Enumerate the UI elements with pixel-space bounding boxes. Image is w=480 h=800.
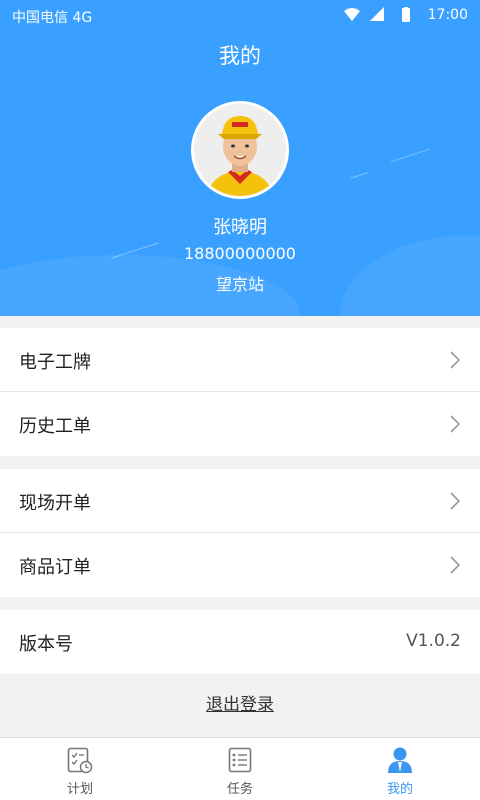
user-station: 望京站 <box>215 275 264 294</box>
bottom-tab-bar: 计划 任务 我的 <box>0 737 480 800</box>
menu-group-1: 电子工牌 历史工单 <box>0 328 480 456</box>
tab-label: 计划 <box>66 782 93 797</box>
profile-header: 中国电信 4G 17:00 我的 张晓明 18800000000 望京站 <box>0 0 480 316</box>
avatar-image <box>194 104 286 196</box>
plan-icon <box>67 747 93 774</box>
chevron-right-icon <box>450 556 461 574</box>
tab-label: 我的 <box>386 782 413 797</box>
signal-icon <box>370 7 384 21</box>
menu-group-3: 版本号 V1.0.2 <box>0 610 480 674</box>
menu-item-label: 版本号 <box>19 634 73 655</box>
version-value: V1.0.2 <box>406 631 461 651</box>
chevron-right-icon <box>450 492 461 510</box>
logout-button[interactable]: 退出登录 <box>206 695 274 715</box>
menu-item-label: 历史工单 <box>19 416 91 437</box>
menu-group-2: 现场开单 商品订单 <box>0 469 480 597</box>
tab-task[interactable]: 任务 <box>160 738 320 800</box>
carrier-label: 中国电信 4G <box>12 10 93 26</box>
menu-item-electronic-badge[interactable]: 电子工牌 <box>0 328 480 392</box>
menu-item-version: 版本号 V1.0.2 <box>0 610 480 674</box>
tab-label: 任务 <box>226 782 253 797</box>
chevron-right-icon <box>450 415 461 433</box>
tab-plan[interactable]: 计划 <box>0 738 160 800</box>
tab-mine[interactable]: 我的 <box>320 738 480 800</box>
wifi-icon <box>344 8 360 21</box>
user-phone: 18800000000 <box>184 244 296 263</box>
menu-item-product-orders[interactable]: 商品订单 <box>0 533 480 597</box>
menu-item-onsite-order[interactable]: 现场开单 <box>0 469 480 533</box>
chevron-right-icon <box>450 351 461 369</box>
logout-area: 退出登录 <box>0 690 480 715</box>
task-icon <box>228 747 252 773</box>
user-name: 张晓明 <box>213 217 267 238</box>
page-title: 我的 <box>219 44 261 68</box>
status-icons <box>344 7 410 22</box>
avatar[interactable] <box>191 101 289 199</box>
clock: 17:00 <box>427 7 468 23</box>
menu-item-label: 现场开单 <box>19 493 91 514</box>
menu-item-label: 电子工牌 <box>19 352 91 373</box>
menu-item-label: 商品订单 <box>19 557 91 578</box>
profile-icon <box>388 747 412 773</box>
header-decoration <box>350 172 368 179</box>
menu-item-history-orders[interactable]: 历史工单 <box>0 392 480 456</box>
header-decoration <box>390 148 430 163</box>
status-bar: 中国电信 4G 17:00 <box>0 0 480 30</box>
battery-icon <box>402 8 410 22</box>
